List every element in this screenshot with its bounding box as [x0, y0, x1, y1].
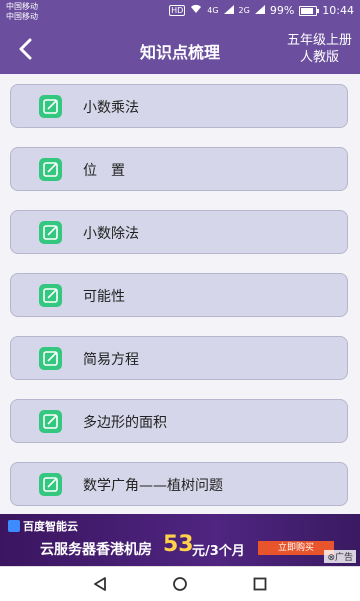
edit-square-icon: [39, 410, 62, 433]
square-recents-icon: [253, 577, 267, 591]
ad-price: 53: [163, 532, 194, 557]
nav-home-button[interactable]: [168, 573, 192, 595]
grade-line-1: 五年级上册: [286, 33, 352, 48]
list-item[interactable]: 可能性: [10, 273, 348, 317]
list-item[interactable]: 数学广角——植树问题: [10, 462, 348, 506]
nav-recents-button[interactable]: [248, 573, 272, 595]
ad-close-button[interactable]: ⊗广告: [324, 550, 356, 563]
wifi-icon: [190, 4, 202, 17]
signal-icon: [254, 4, 265, 17]
hd-badge: HD: [169, 5, 186, 16]
edit-square-icon: [39, 221, 62, 244]
title-bar: 知识点梳理 五年级上册 人教版: [0, 24, 360, 74]
grade-selector[interactable]: 五年级上册 人教版: [287, 32, 352, 66]
topic-label: 多边形的面积: [83, 415, 167, 431]
list-item[interactable]: 简易方程: [10, 336, 348, 380]
signal-icon: [223, 4, 234, 17]
battery-icon: [299, 5, 320, 16]
list-item[interactable]: 小数乘法: [10, 84, 348, 128]
circle-home-icon: [173, 577, 187, 591]
ad-buy-button[interactable]: 立即购买: [258, 541, 334, 555]
topic-label: 数学广角——植树问题: [83, 478, 223, 494]
ad-brand: 百度智能云: [8, 518, 78, 534]
status-indicators: HD 4G 2G 99% 10:44: [169, 4, 354, 17]
topic-label: 小数除法: [83, 226, 139, 242]
carrier-info: 中国移动 中国移动: [6, 2, 38, 22]
grade-line-2: 人教版: [299, 50, 339, 65]
nav-back-button[interactable]: [88, 573, 112, 595]
edit-square-icon: [39, 347, 62, 370]
edit-square-icon: [39, 158, 62, 181]
carrier-2: 中国移动: [6, 12, 38, 21]
list-item[interactable]: 位 置: [10, 147, 348, 191]
clock: 10:44: [322, 4, 354, 17]
battery-percent: 99%: [269, 4, 295, 17]
signal-1-label: 4G: [207, 6, 219, 15]
edit-square-icon: [39, 284, 62, 307]
topic-label: 可能性: [83, 289, 125, 305]
list-item[interactable]: 多边形的面积: [10, 399, 348, 443]
topic-label: 位 置: [83, 163, 125, 179]
signal-2-label: 2G: [238, 6, 250, 15]
topic-label: 简易方程: [83, 352, 139, 368]
ad-brand-label: 百度智能云: [23, 520, 78, 533]
list-item[interactable]: 小数除法: [10, 210, 348, 254]
edit-square-icon: [39, 473, 62, 496]
cloud-logo-icon: [8, 520, 20, 532]
ad-price-unit: 元/3个月: [192, 544, 245, 559]
topic-label: 小数乘法: [83, 100, 139, 116]
topic-list: 小数乘法 位 置 小数除法 可能性 简易方程 多边形的面积 数学广角——植树问题: [0, 74, 360, 514]
edit-square-icon: [39, 95, 62, 118]
carrier-1: 中国移动: [6, 2, 38, 11]
status-bar: 中国移动 中国移动 HD 4G 2G 99% 10:44: [0, 0, 360, 24]
ad-headline: 云服务器香港机房: [40, 542, 152, 558]
ad-banner[interactable]: 百度智能云 云服务器香港机房 53 元/3个月 立即购买 ⊗广告: [0, 514, 360, 566]
triangle-back-icon: [94, 577, 106, 591]
system-nav-bar: [0, 566, 360, 601]
